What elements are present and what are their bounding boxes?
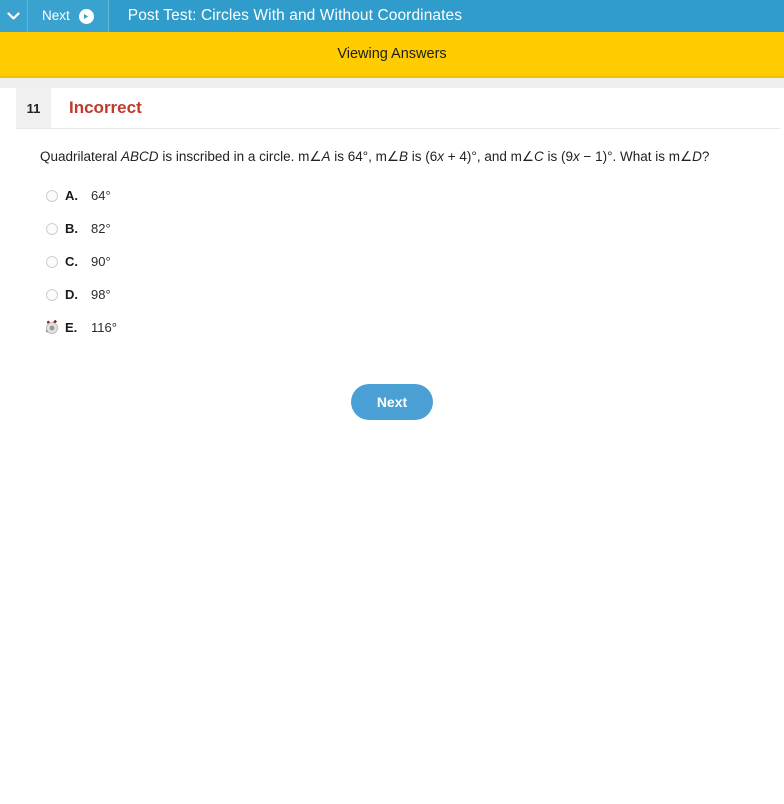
question-text-segment: is 64°, m∠: [330, 149, 399, 164]
question-italic-d: D: [692, 149, 702, 164]
next-button-container: Next: [0, 384, 784, 421]
answer-option-letter: E.: [65, 320, 78, 336]
answer-radio-d[interactable]: [46, 288, 58, 301]
answer-radio-e[interactable]: [46, 321, 58, 334]
answer-options-list: A.64°B.82°C.90°D.98°✘E.116°: [0, 179, 784, 344]
result-header: 11 Incorrect: [16, 88, 780, 129]
answer-option-value: 98°: [91, 287, 111, 303]
answer-option-d[interactable]: D. 98°: [46, 278, 784, 311]
answer-option-value: 116°: [91, 320, 117, 336]
question-text-segment: − 1)°. What is m∠: [579, 149, 693, 164]
next-button[interactable]: Next: [350, 384, 434, 421]
question-text-segment: is (9: [543, 149, 573, 164]
arrow-right-circle-icon: [78, 8, 94, 24]
answer-radio-c[interactable]: [46, 255, 58, 268]
status-bar-text: Viewing Answers: [337, 46, 447, 62]
answer-option-letter: C.: [65, 254, 78, 270]
question-italic-b: B: [399, 149, 409, 164]
answer-option-a[interactable]: A. 64°: [46, 179, 784, 212]
answer-option-value: 64°: [91, 188, 111, 204]
answer-radio-b[interactable]: [46, 222, 58, 235]
chevron-down-icon: [7, 11, 20, 21]
topbar-next-button[interactable]: Next: [28, 0, 109, 32]
question-number: 11: [16, 88, 51, 128]
answer-option-b[interactable]: B. 82°: [46, 212, 784, 245]
question-text-segment: Quadrilateral: [40, 149, 122, 164]
answer-radio-a[interactable]: [46, 189, 58, 202]
question-text-segment: is inscribed in a circle. m∠: [158, 149, 322, 164]
question-text-segment: + 4)°, and m∠: [444, 149, 534, 164]
topbar-next-label: Next: [42, 8, 70, 24]
answer-option-letter: D.: [65, 287, 78, 303]
answer-option-value: 82°: [91, 221, 111, 237]
collapse-toggle-button[interactable]: [0, 0, 28, 32]
page-background-strip: [0, 78, 784, 88]
question-text: Quadrilateral ABCD is inscribed in a cir…: [0, 129, 784, 167]
answer-option-value: 90°: [91, 254, 111, 270]
question-italic-x2: x: [572, 149, 580, 164]
question-text-segment: ?: [701, 149, 710, 164]
question-text-segment: is (6: [408, 149, 438, 164]
status-bar: Viewing Answers: [0, 32, 784, 78]
answer-option-letter: A.: [65, 188, 78, 204]
page-title: Post Test: Circles With and Without Coor…: [127, 7, 463, 24]
answer-option-e[interactable]: ✘E.116°: [44, 311, 784, 344]
question-italic-c: C: [533, 149, 544, 164]
question-italic-abcd: ABCD: [121, 149, 159, 164]
question-card: 11 Incorrect Quadrilateral ABCD is inscr…: [0, 88, 784, 804]
answer-option-c[interactable]: C. 90°: [46, 245, 784, 278]
result-status-label: Incorrect: [69, 98, 142, 117]
answer-option-letter: B.: [65, 221, 78, 237]
top-bar: Next Post Test: Circles With and Without…: [0, 0, 784, 32]
